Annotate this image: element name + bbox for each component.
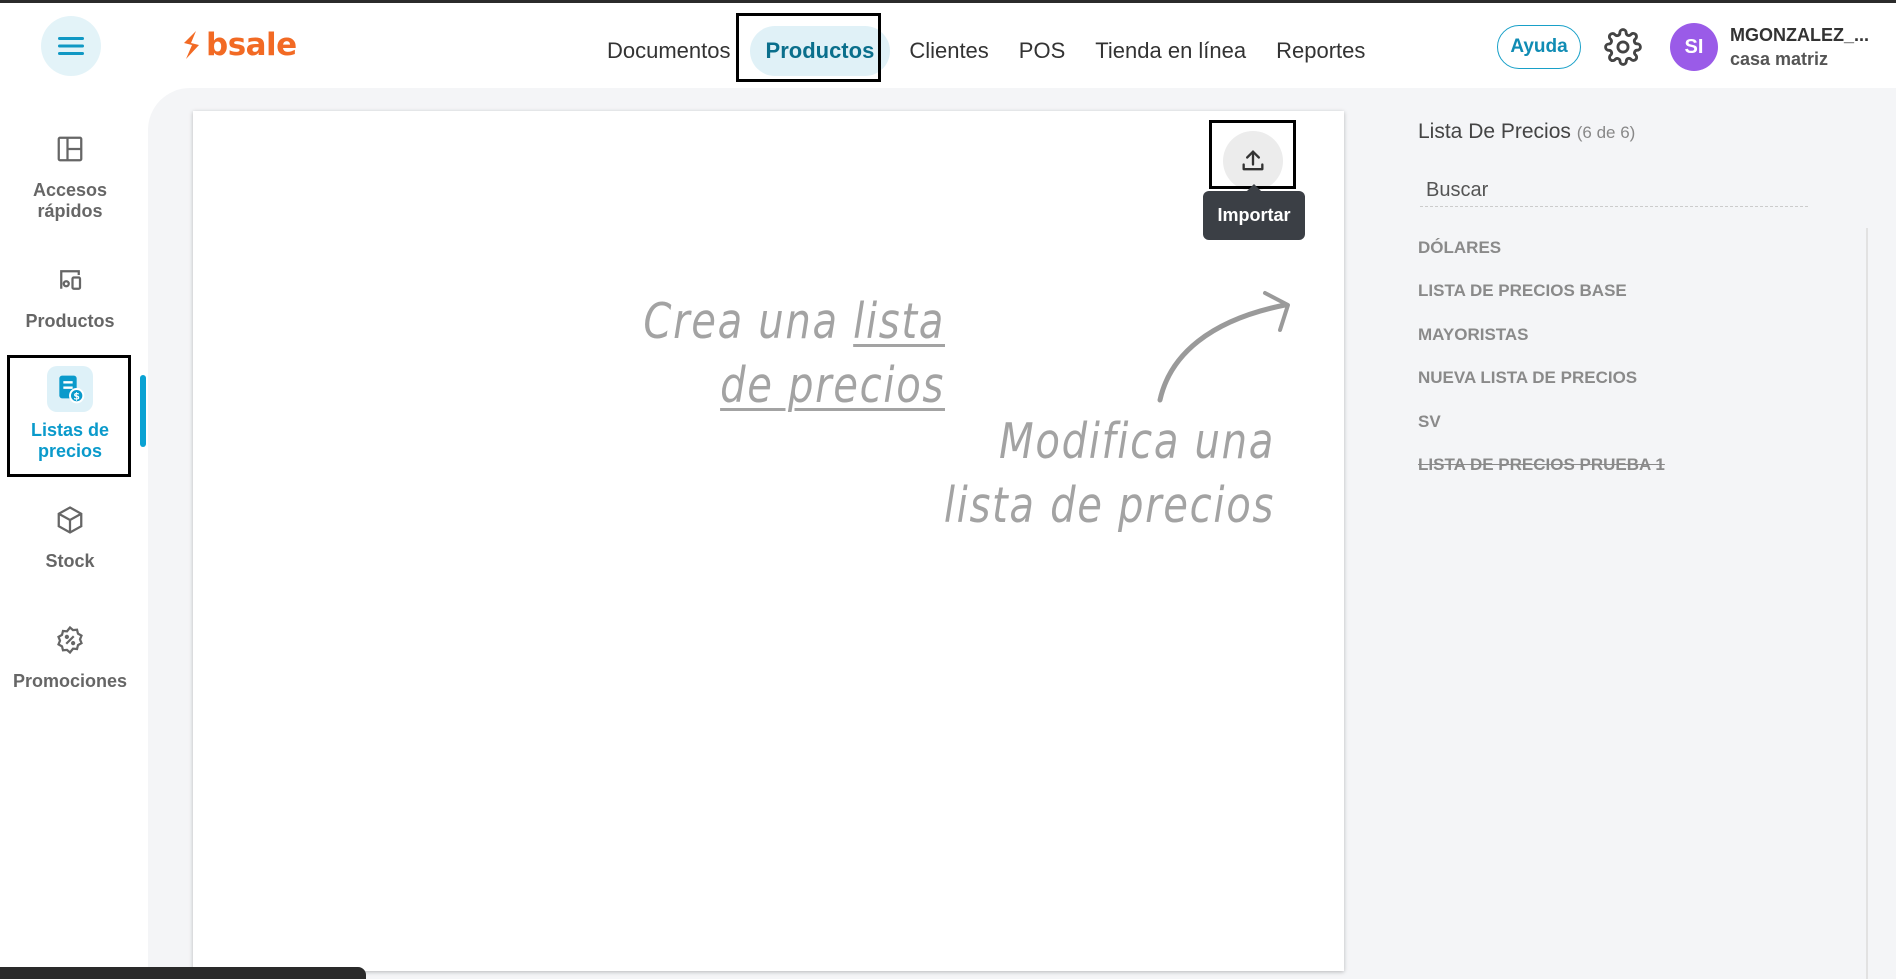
active-indicator <box>140 375 146 447</box>
main-nav: Documentos Productos Clientes POS Tienda… <box>592 17 1380 85</box>
sidebar-item-listas-de-precios[interactable]: $ Listas de precios <box>6 366 134 462</box>
box-icon <box>57 506 83 534</box>
create-hint-text: Crea una <box>643 293 854 350</box>
price-list-icon: $ <box>59 375 85 404</box>
panel-scrollbar[interactable] <box>1866 228 1868 979</box>
sidebar-item-stock[interactable]: Stock <box>6 497 134 572</box>
curved-arrow-icon <box>1157 291 1290 403</box>
sidebar: Accesos rápidos Productos $ Listas de pr… <box>0 88 140 979</box>
user-avatar[interactable]: SI <box>1670 23 1718 71</box>
modify-hint-line2: lista de precios <box>943 477 1275 534</box>
import-button[interactable] <box>1223 131 1283 191</box>
modify-list-hint: Modifica una lista de precios <box>853 410 1275 538</box>
price-list-item[interactable]: SV <box>1418 400 1665 444</box>
main-card <box>193 111 1344 971</box>
price-list-panel: Lista De Precios (6 de 6) <box>1418 120 1838 144</box>
price-list-list: DÓLARES LISTA DE PRECIOS BASE MAYORISTAS… <box>1418 226 1665 487</box>
browser-status-tooltip <box>0 967 366 979</box>
price-list-item[interactable]: MAYORISTAS <box>1418 313 1665 357</box>
panel-count: (6 de 6) <box>1576 123 1636 142</box>
price-list-item[interactable]: DÓLARES <box>1418 226 1665 270</box>
nav-tienda-en-linea[interactable]: Tienda en línea <box>1080 26 1261 76</box>
price-list-search-input[interactable] <box>1420 175 1808 207</box>
bsale-logo[interactable]: bsale <box>180 27 297 63</box>
create-hint-link[interactable]: lista <box>853 293 945 350</box>
sidebar-item-accesos-rapidos[interactable]: Accesos rápidos <box>6 126 134 222</box>
panel-title-text: Lista De Precios <box>1418 120 1571 143</box>
sidebar-label-productos: Productos <box>25 311 115 331</box>
price-list-item[interactable]: LISTA DE PRECIOS BASE <box>1418 270 1665 314</box>
create-hint-link-line2[interactable]: de precios <box>564 354 945 418</box>
user-name[interactable]: MGONZALEZ_... <box>1730 25 1869 46</box>
hamburger-menu-button[interactable] <box>41 16 101 76</box>
gear-icon[interactable] <box>1604 28 1642 66</box>
price-list-item-disabled[interactable]: LISTA DE PRECIOS PRUEBA 1 <box>1418 444 1665 488</box>
sidebar-label-accesos: Accesos rápidos <box>32 180 108 221</box>
import-tooltip: Importar <box>1203 184 1305 240</box>
nav-clientes[interactable]: Clientes <box>894 26 1003 76</box>
top-header: bsale Documentos Productos Clientes POS … <box>0 3 1896 88</box>
percent-badge-icon <box>57 625 83 655</box>
hamburger-icon <box>58 37 84 55</box>
logo-text: bsale <box>206 27 297 63</box>
products-icon <box>60 270 82 290</box>
sidebar-label-stock: Stock <box>45 551 95 571</box>
sidebar-item-productos[interactable]: Productos <box>6 257 134 332</box>
sidebar-label-promociones: Promociones <box>12 671 128 691</box>
sidebar-label-listas: Listas de precios <box>30 420 110 461</box>
panel-title: Lista De Precios (6 de 6) <box>1418 120 1838 144</box>
modify-hint-line1: Modifica una <box>999 413 1275 470</box>
nav-pos[interactable]: POS <box>1004 26 1080 76</box>
layout-icon <box>57 136 83 162</box>
svg-text:$: $ <box>73 392 79 403</box>
bsale-logo-icon <box>184 31 199 59</box>
nav-productos[interactable]: Productos <box>749 26 891 76</box>
user-branch: casa matriz <box>1730 49 1829 69</box>
create-list-hint[interactable]: Crea una lista de precios <box>564 290 945 418</box>
upload-icon <box>1242 150 1264 171</box>
nav-reportes[interactable]: Reportes <box>1261 26 1380 76</box>
nav-documentos[interactable]: Documentos <box>592 26 746 76</box>
help-button[interactable]: Ayuda <box>1497 25 1581 69</box>
sidebar-item-promociones[interactable]: Promociones <box>6 617 134 692</box>
price-list-item[interactable]: NUEVA LISTA DE PRECIOS <box>1418 357 1665 401</box>
